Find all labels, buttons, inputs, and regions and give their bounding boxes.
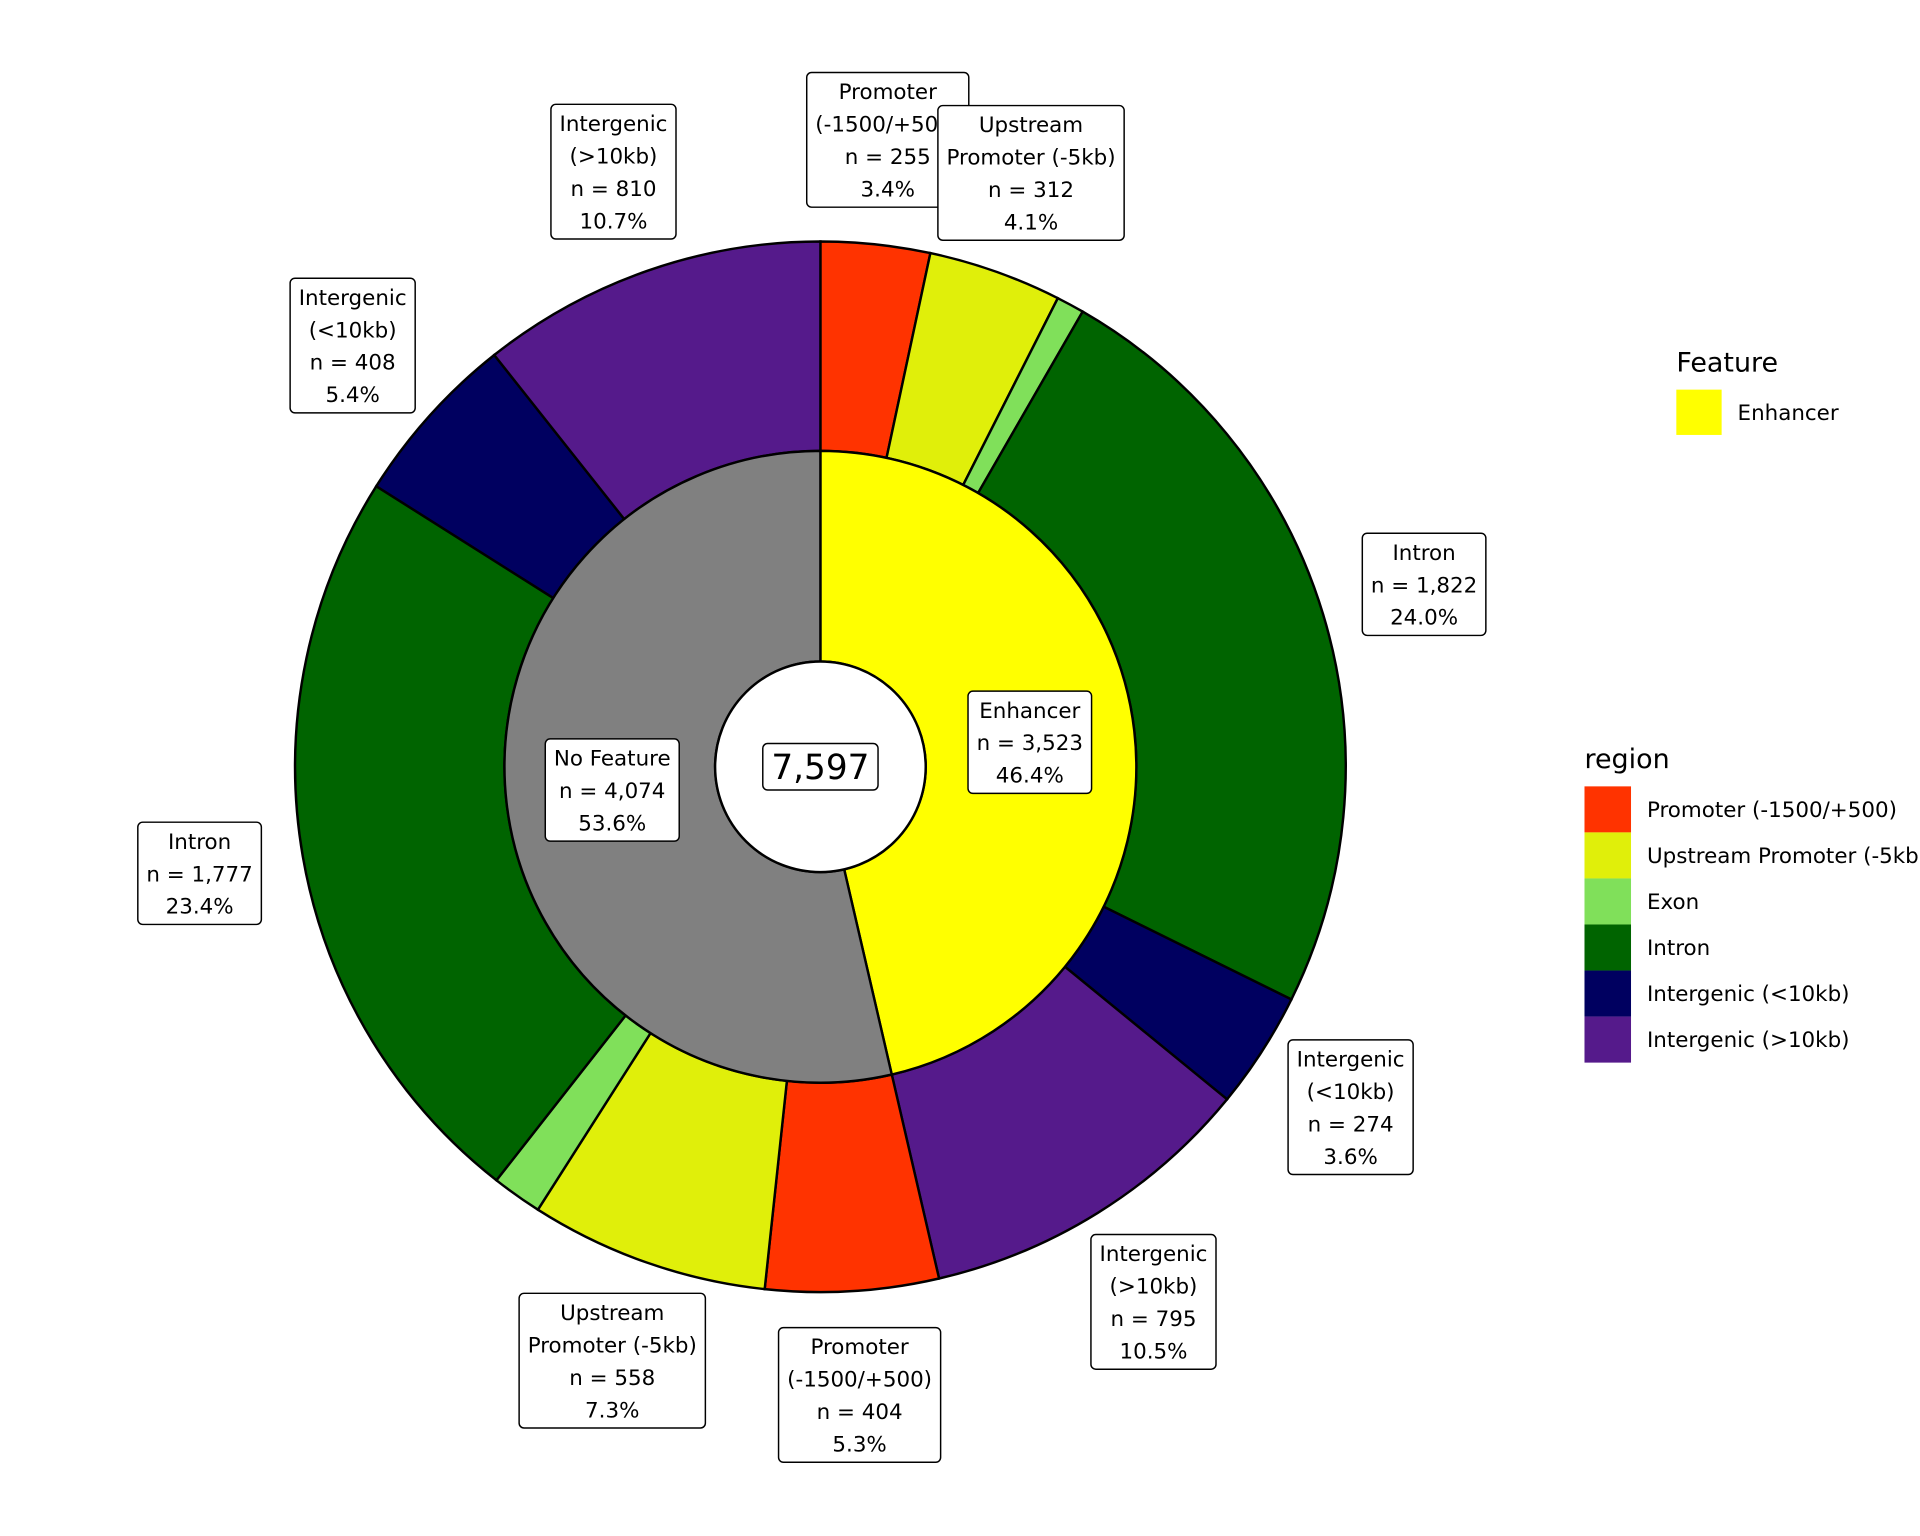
outer-label-0-line: n = 255: [845, 145, 931, 170]
outer-label-6-line: Promoter: [810, 1335, 908, 1360]
legend-region-swatch-0: [1584, 786, 1632, 833]
outer-label-6-line: (-1500/+500): [787, 1368, 932, 1393]
inner-label-1-line: n = 4,074: [559, 779, 665, 804]
outer-label-5-line: Intergenic: [1100, 1242, 1208, 1267]
outer-label-7: Upstream Promoter (-5kb) n = 558 7.3%: [518, 1292, 707, 1429]
inner-label-0: Enhancer n = 3,523 46.4%: [967, 690, 1093, 795]
outer-label-7-line: 7.3%: [585, 1398, 639, 1423]
outer-label-7-line: Promoter (-5kb): [528, 1333, 697, 1358]
outer-label-6-line: n = 404: [817, 1400, 903, 1425]
outer-label-1-line: Promoter (-5kb): [946, 146, 1115, 171]
outer-label-3: Intron n = 1,822 24.0%: [1361, 532, 1487, 637]
outer-label-9-line: n = 1,777: [146, 862, 252, 887]
outer-label-5-line: (>10kb): [1110, 1275, 1198, 1300]
outer-label-4-line: Intergenic: [1297, 1047, 1405, 1072]
outer-label-5: Intergenic (>10kb) n = 795 10.5%: [1090, 1233, 1217, 1370]
inner-label-1: No Feature n = 4,074 53.6%: [544, 738, 680, 842]
legend-region-label-5: Intergenic (>10kb): [1647, 1028, 1850, 1053]
legend-region-label-2: Exon: [1647, 890, 1699, 915]
outer-label-9-line: Intron: [168, 830, 231, 855]
outer-label-5-line: 10.5%: [1119, 1340, 1187, 1365]
legend-region-title: region: [1584, 744, 1669, 775]
outer-label-10-line: (<10kb): [309, 318, 397, 343]
outer-label-0-line: 3.4%: [861, 177, 915, 202]
outer-label-6-line: 5.3%: [832, 1433, 886, 1458]
legend-region-swatch-2: [1584, 878, 1632, 925]
outer-label-10: Intergenic (<10kb) n = 408 5.4%: [289, 277, 416, 414]
outer-label-3-line: 24.0%: [1390, 606, 1458, 631]
legend-region-swatch-3: [1584, 924, 1632, 971]
outer-label-4-line: n = 274: [1308, 1112, 1394, 1137]
inner-label-0-line: n = 3,523: [977, 731, 1083, 756]
outer-label-11-line: (>10kb): [570, 144, 658, 169]
inner-label-0-line: 46.4%: [996, 764, 1064, 789]
outer-label-11: Intergenic (>10kb) n = 810 10.7%: [550, 103, 677, 240]
outer-label-7-line: Upstream: [560, 1301, 664, 1326]
legend-region: region Promoter (-1500/+500) Upstream Pro…: [1584, 744, 1920, 1063]
legend-region-label-1: Upstream Promoter (-5kb): [1647, 844, 1920, 869]
legend-region-swatch-4: [1584, 970, 1632, 1017]
outer-label-7-line: n = 558: [569, 1366, 655, 1391]
outer-label-9-line: 23.4%: [166, 895, 234, 920]
outer-label-3-line: Intron: [1392, 541, 1455, 566]
outer-label-0-line: Promoter: [839, 80, 937, 105]
legend-region-swatch-1: [1584, 832, 1632, 879]
center-total-label: 7,597: [762, 742, 879, 791]
legend-region-label-0: Promoter (-1500/+500): [1647, 798, 1897, 823]
outer-label-11-line: n = 810: [570, 177, 656, 202]
legend-feature-label: Enhancer: [1738, 401, 1839, 426]
outer-label-11-line: Intergenic: [560, 112, 668, 137]
legend-feature-title: Feature: [1676, 347, 1778, 378]
outer-label-10-line: Intergenic: [299, 286, 407, 311]
outer-label-1-line: n = 312: [988, 178, 1074, 203]
outer-label-4: Intergenic (<10kb) n = 274 3.6%: [1287, 1039, 1414, 1176]
inner-label-1-line: No Feature: [554, 747, 671, 772]
nested-donut-chart: Promoter (-1500/+500) n = 255 3.4% Upstream P…: [137, 71, 1920, 1464]
legend-feature-swatch: [1676, 389, 1722, 435]
outer-label-1-line: Upstream: [979, 113, 1083, 138]
legend-region-swatch-5: [1584, 1016, 1632, 1063]
outer-label-10-line: 5.4%: [325, 383, 379, 408]
outer-label-6: Promoter (-1500/+500) n = 404 5.3%: [777, 1326, 942, 1464]
outer-label-5-line: n = 795: [1110, 1307, 1196, 1332]
legend-feature: Feature Enhancer: [1676, 347, 1839, 435]
outer-label-4-line: 3.6%: [1323, 1145, 1377, 1170]
outer-label-9: Intron n = 1,777 23.4%: [137, 821, 263, 926]
outer-label-1-line: 4.1%: [1004, 211, 1058, 236]
outer-label-11-line: 10.7%: [579, 209, 647, 234]
legend-region-label-4: Intergenic (<10kb): [1647, 982, 1850, 1007]
outer-label-1: Upstream Promoter (-5kb) n = 312 4.1%: [937, 104, 1125, 241]
legend-region-label-3: Intron: [1647, 936, 1710, 961]
inner-label-0-line: Enhancer: [979, 699, 1080, 724]
outer-label-10-line: n = 408: [310, 351, 396, 376]
center-total-text: 7,597: [771, 748, 869, 788]
inner-label-1-line: 53.6%: [578, 811, 646, 836]
outer-label-3-line: n = 1,822: [1371, 573, 1477, 598]
outer-label-4-line: (<10kb): [1307, 1080, 1395, 1105]
